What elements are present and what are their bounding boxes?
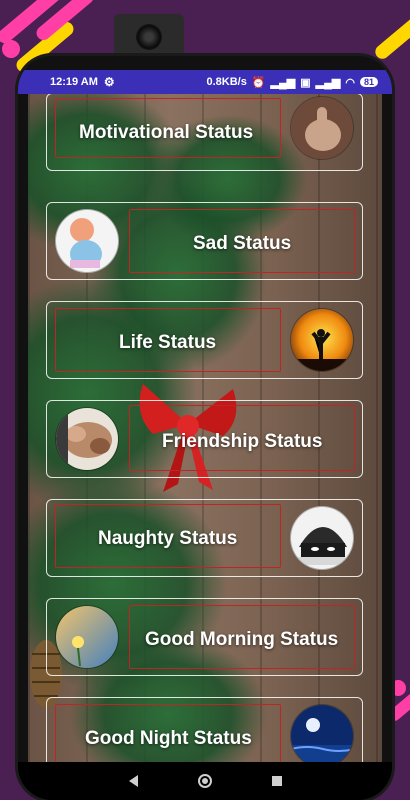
category-card-motivational[interactable]: Motivational Status <box>46 94 363 171</box>
phone-frame: 12:19 AM ⚙ 0.8KB/s ⏰ ▂▄▆ ▣ ▂▄▆ ◠ 81 Moti… <box>18 56 392 800</box>
category-card-good-night[interactable]: Good Night Status <box>46 697 363 762</box>
recent-apps-icon[interactable] <box>271 776 282 786</box>
gear-icon: ⚙ <box>103 75 115 89</box>
category-card-life[interactable]: Life Status <box>46 301 363 379</box>
sad-girl-image <box>55 209 119 273</box>
category-label: Sad Status <box>193 233 292 254</box>
category-label: Friendship Status <box>162 431 323 452</box>
thumbs-up-image <box>290 96 354 160</box>
category-card-sad[interactable]: Sad Status <box>46 202 363 280</box>
battery-icon: 81 <box>359 77 378 87</box>
category-label: Naughty Status <box>98 528 238 549</box>
category-label: Life Status <box>119 332 217 353</box>
wifi-icon: ◠ <box>345 76 355 89</box>
category-list[interactable]: Motivational Status Sad Status Life Stat… <box>28 94 382 762</box>
category-label: Good Morning Status <box>145 629 339 650</box>
nav-bar <box>18 762 392 800</box>
status-bar: 12:19 AM ⚙ 0.8KB/s ⏰ ▂▄▆ ▣ ▂▄▆ ◠ 81 <box>18 70 392 94</box>
category-card-friendship[interactable]: Friendship Status <box>46 400 363 478</box>
morning-flower-image <box>55 605 119 669</box>
category-label: Motivational Status <box>79 122 254 143</box>
masked-boy-image <box>290 506 354 570</box>
network-speed: 0.8KB/s <box>206 76 247 88</box>
status-time: 12:19 AM <box>50 76 98 88</box>
alarm-icon: ⏰ <box>251 76 266 89</box>
sunset-silhouette-image <box>290 308 354 372</box>
home-icon[interactable] <box>197 774 212 788</box>
decor-stripe <box>372 12 410 62</box>
signal-icon: ▂▄▆ <box>270 76 296 89</box>
signal-icon: ▂▄▆ <box>315 76 341 89</box>
vpn-icon: ▣ <box>300 76 311 89</box>
category-label: Good Night Status <box>85 728 252 749</box>
category-card-naughty[interactable]: Naughty Status <box>46 499 363 577</box>
friends-hands-image <box>55 407 119 471</box>
popup-camera <box>114 14 184 58</box>
category-card-good-morning[interactable]: Good Morning Status <box>46 598 363 676</box>
back-icon[interactable] <box>128 775 138 787</box>
night-sea-image <box>290 704 354 762</box>
